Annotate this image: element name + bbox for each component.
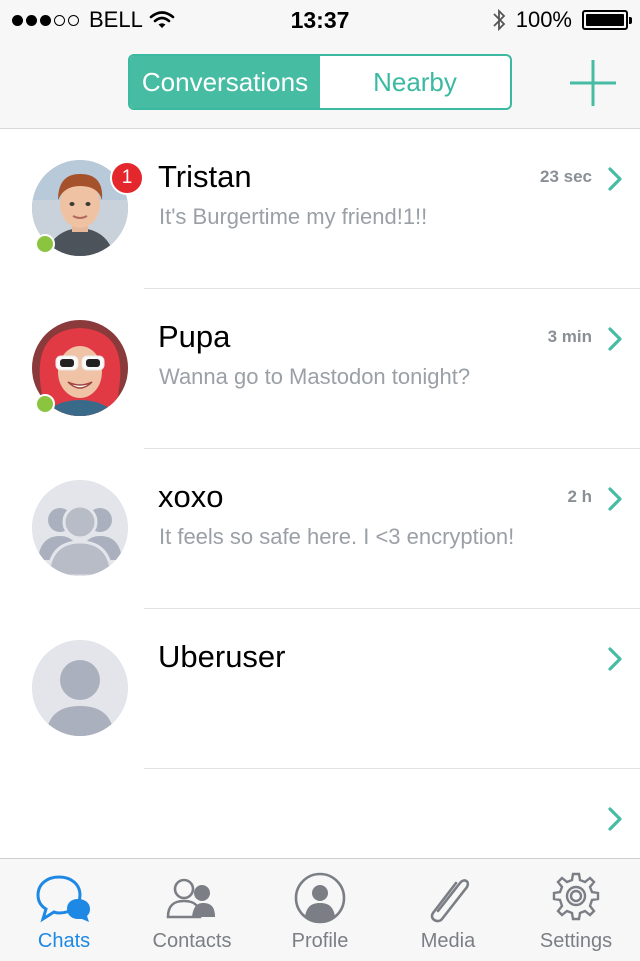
- gear-icon: [552, 872, 600, 921]
- navigation-bar: Conversations Nearby: [0, 40, 640, 129]
- chat-list: 1 Tristan It's Burgertime my friend!1!! …: [0, 129, 640, 929]
- battery-icon: [582, 10, 632, 30]
- message-preview: Wanna go to Mastodon tonight?: [159, 364, 471, 389]
- tab-label: Profile: [291, 930, 349, 952]
- battery-percent: 100%: [515, 7, 572, 32]
- tab-settings[interactable]: Settings: [512, 859, 640, 961]
- contact-name: Uberuser: [158, 639, 286, 674]
- tab-bar: Chats Contacts Profile Media Settings: [0, 858, 640, 961]
- chevron-right-icon[interactable]: [606, 805, 624, 833]
- chat-row[interactable]: 1 Tristan It's Burgertime my friend!1!! …: [0, 129, 640, 289]
- tab-label: Settings: [539, 930, 613, 952]
- status-bar-right: 100%: [492, 7, 632, 33]
- tab-label: Media: [420, 930, 476, 952]
- segment-nearby[interactable]: Nearby: [320, 56, 510, 108]
- message-preview: It feels so safe here. I <3 encryption!: [159, 524, 515, 549]
- tab-label: Contacts: [152, 930, 232, 952]
- group-placeholder-icon: [32, 480, 128, 576]
- profile-icon: [294, 872, 346, 924]
- bluetooth-icon: [493, 8, 505, 32]
- segmented-control: Conversations Nearby: [128, 54, 512, 110]
- chat-row[interactable]: Pupa Wanna go to Mastodon tonight? 3 min: [0, 289, 640, 449]
- tab-media[interactable]: Media: [384, 859, 512, 961]
- chat-row[interactable]: xoxo It feels so safe here. I <3 encrypt…: [0, 449, 640, 609]
- chevron-right-icon[interactable]: [606, 645, 624, 673]
- tab-label: Chats: [37, 930, 91, 952]
- contact-name: xoxo: [158, 479, 224, 514]
- chevron-right-icon[interactable]: [606, 325, 624, 353]
- user-placeholder-icon: [32, 640, 128, 736]
- contact-name: Tristan: [158, 159, 252, 194]
- paperclip-icon: [430, 879, 470, 923]
- status-bar: BELL 13:37 100%: [0, 0, 640, 40]
- tab-contacts[interactable]: Contacts: [128, 859, 256, 961]
- unread-badge: 1: [110, 161, 144, 195]
- tab-chats[interactable]: Chats: [0, 859, 128, 961]
- plus-icon[interactable]: [566, 56, 620, 110]
- message-preview: It's Burgertime my friend!1!!: [159, 204, 428, 229]
- online-indicator: [35, 234, 55, 254]
- online-indicator: [35, 394, 55, 414]
- message-time: 3 min: [547, 327, 592, 346]
- message-time: 2 h: [567, 487, 592, 506]
- contact-name: Pupa: [158, 319, 231, 354]
- tab-profile[interactable]: Profile: [256, 859, 384, 961]
- chevron-right-icon[interactable]: [606, 165, 624, 193]
- chat-bubbles-icon: [36, 875, 90, 923]
- message-time: 23 sec: [540, 167, 592, 186]
- contacts-icon: [166, 878, 215, 919]
- segment-conversations[interactable]: Conversations: [130, 56, 320, 108]
- chevron-right-icon[interactable]: [606, 485, 624, 513]
- chat-row[interactable]: Uberuser: [0, 609, 640, 769]
